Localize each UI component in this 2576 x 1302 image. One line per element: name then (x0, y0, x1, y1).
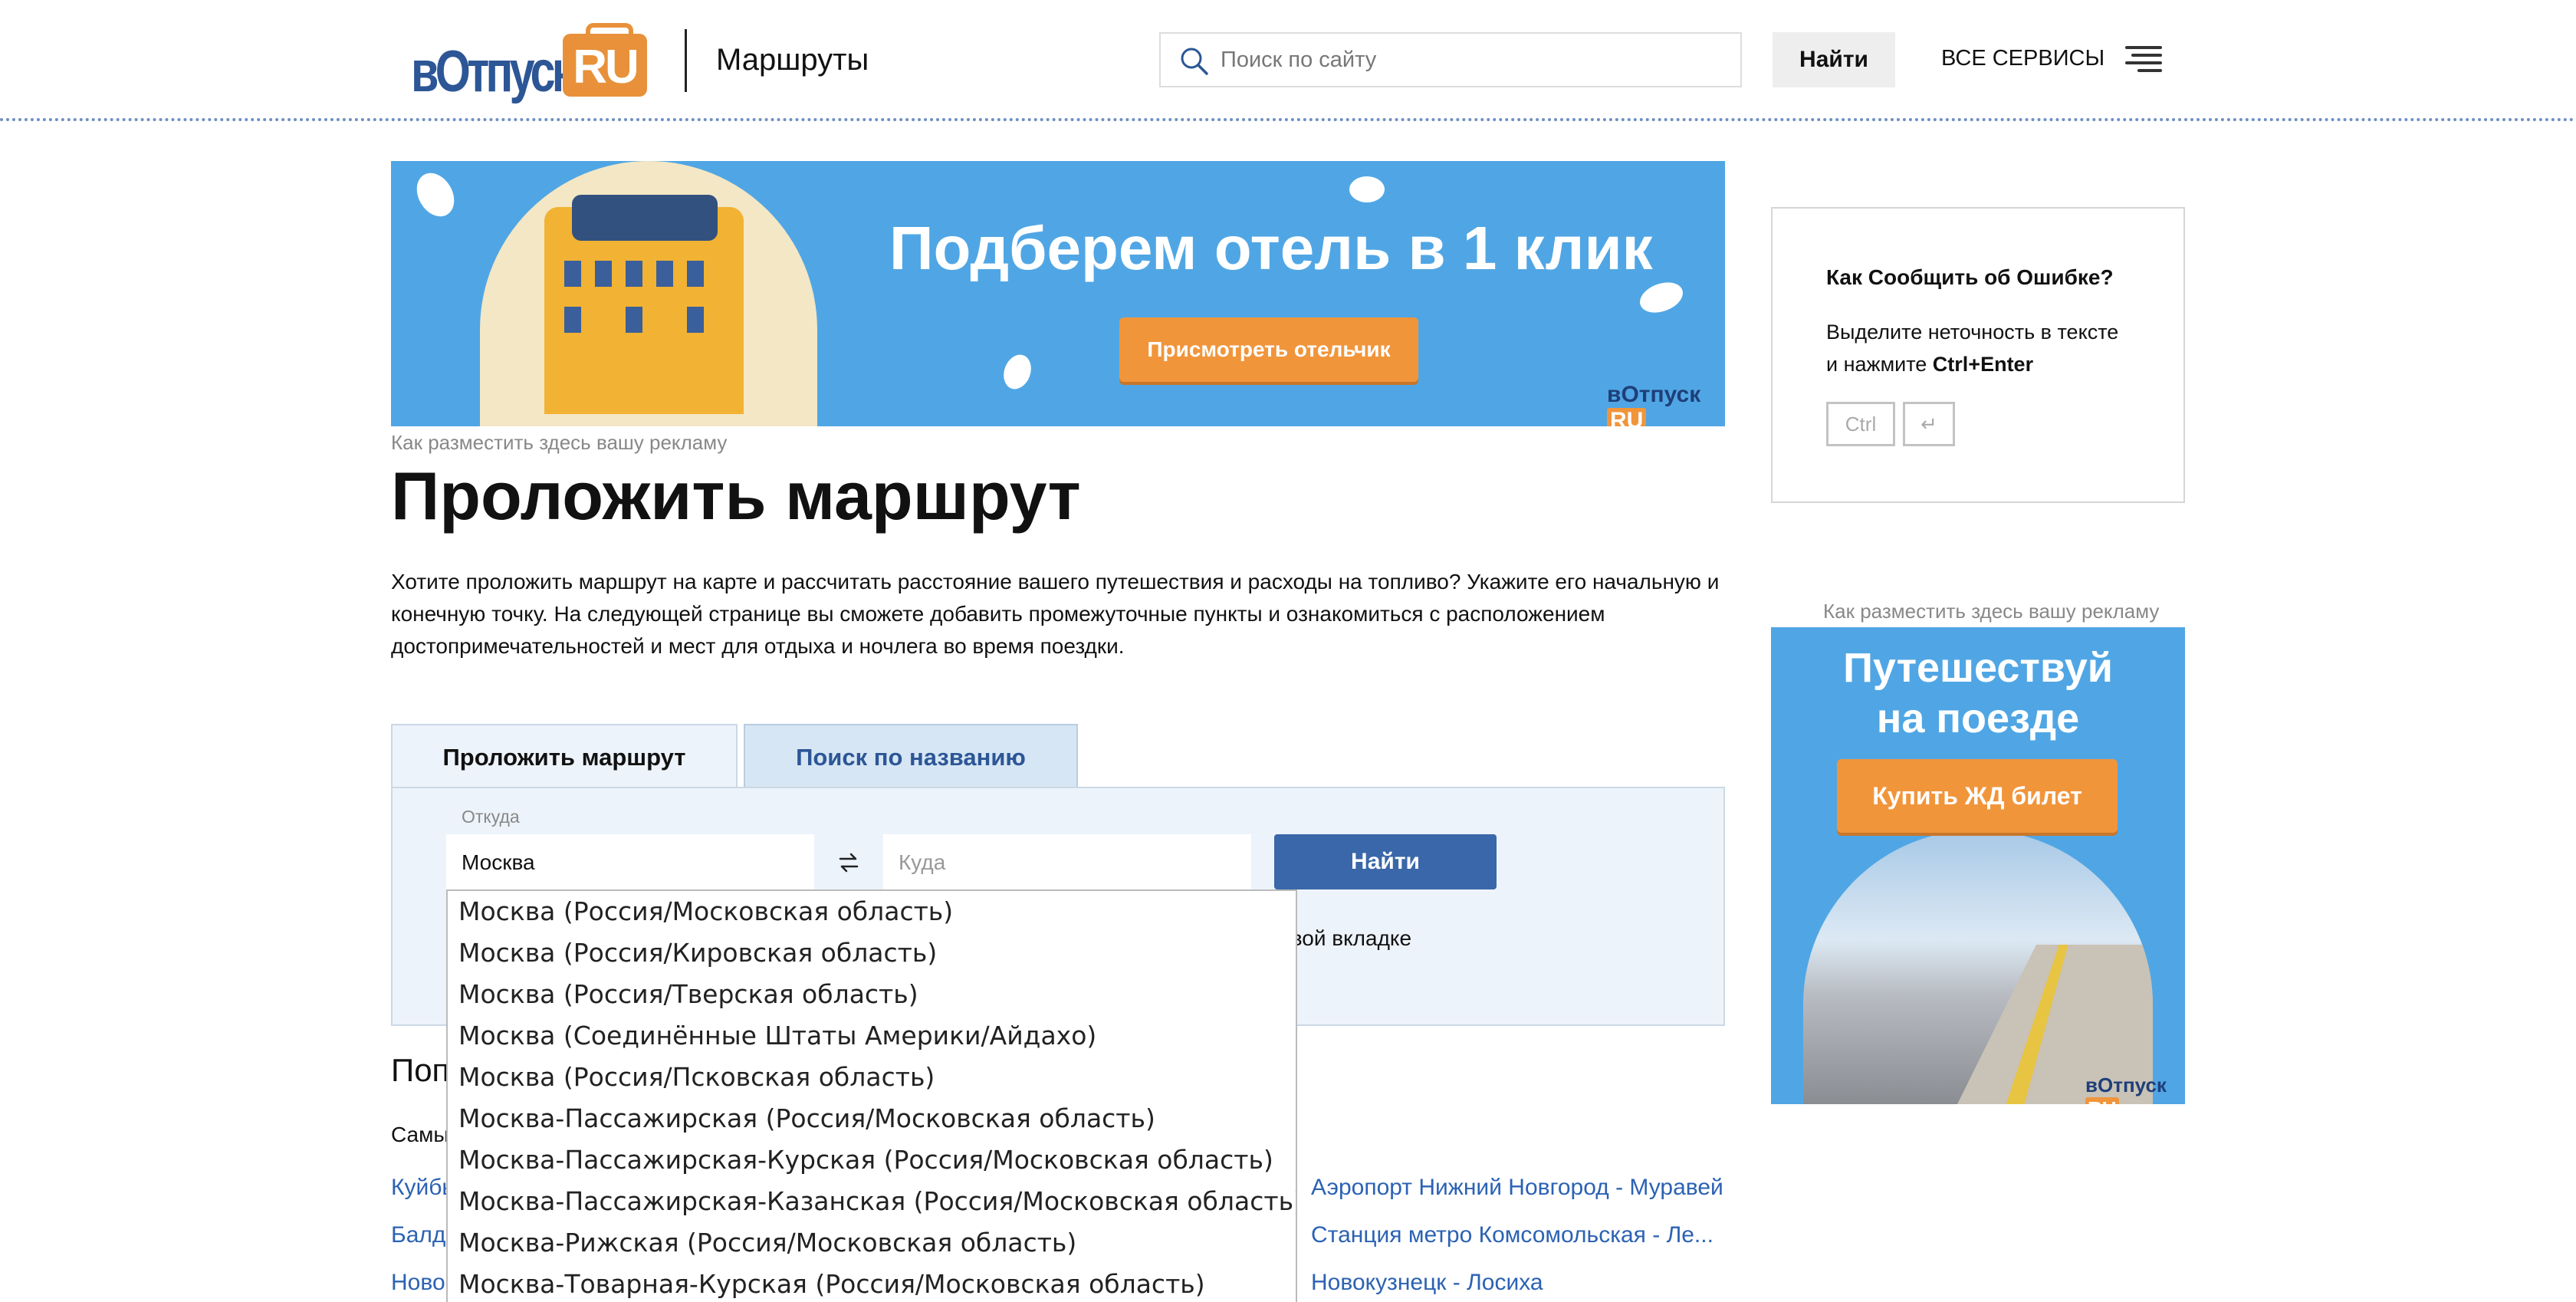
swap-icon[interactable] (836, 850, 862, 876)
search-icon (1181, 48, 1208, 75)
banner-logo: вОтпуск RU (1607, 382, 1725, 426)
cloud-icon (1349, 176, 1385, 202)
error-report-text: Выделите неточность в тексте и нажмите C… (1826, 316, 2164, 380)
page-intro: Хотите проложить маршрут на карте и расс… (391, 570, 1720, 658)
banner-logo-badge: RU (1607, 408, 1647, 426)
from-input[interactable] (446, 834, 814, 891)
autocomplete-option[interactable]: Москва-Пассажирская (Россия/Московская о… (448, 1098, 1296, 1139)
popular-routes-heading: Поп (391, 1052, 450, 1088)
logo-text: вОтпуск (411, 39, 574, 104)
train-ad-title-line1: Путешествуй (1843, 645, 2113, 691)
train-ad-logo-badge: RU (2085, 1097, 2119, 1104)
hotel-ad-banner[interactable]: Подберем отель в 1 клик Присмотреть отел… (391, 161, 1725, 426)
train-ad-title: Путешествуй на поезде (1771, 643, 2185, 744)
ad-placement-link[interactable]: Как разместить здесь вашу рекламу (391, 431, 727, 455)
tab-build-route[interactable]: Проложить маршрут (391, 724, 738, 788)
enter-key-icon: ↵ (1903, 402, 1955, 446)
autocomplete-option[interactable]: Москва (Россия/Московская область) (448, 891, 1296, 932)
site-header: вОтпуск RU Маршруты Найти ВСЕ СЕРВИСЫ (0, 0, 2576, 121)
autocomplete-option[interactable]: Москва-Пассажирская-Курская (Россия/Моск… (448, 1139, 1296, 1181)
error-text-line1: Выделите неточность в тексте (1826, 321, 2119, 344)
route-link[interactable]: Станция метро Комсомольская - Ле... (1311, 1222, 1714, 1248)
autocomplete-option[interactable]: Москва (Россия/Тверская область) (448, 974, 1296, 1015)
train-ad-logo-text: вОтпуск (2085, 1073, 2167, 1097)
ad-placement-link[interactable]: Как разместить здесь вашу рекламу (1823, 600, 2159, 623)
logo-bag-icon: RU (563, 23, 647, 97)
route-link[interactable]: Ново (391, 1270, 445, 1296)
error-keys: Ctrl+Enter (1932, 353, 2034, 376)
autocomplete-option[interactable]: Москва-Рижская (Россия/Московская област… (448, 1222, 1296, 1264)
page-title: Проложить маршрут (391, 458, 1081, 534)
find-route-button[interactable]: Найти (1274, 834, 1497, 889)
autocomplete-dropdown: Москва (Россия/Московская область) Москв… (446, 889, 1297, 1302)
from-label: Откуда (462, 807, 520, 827)
buy-train-ticket-button[interactable]: Купить ЖД билет (1837, 759, 2118, 833)
section-title[interactable]: Маршруты (716, 43, 869, 77)
logo-badge: RU (573, 41, 639, 94)
error-text-line2: и нажмите (1826, 353, 1933, 376)
to-input[interactable] (883, 834, 1251, 891)
all-services-link[interactable]: ВСЕ СЕРВИСЫ (1941, 46, 2104, 71)
header-divider (685, 29, 687, 92)
hotel-window (564, 307, 581, 333)
autocomplete-option[interactable]: Москва (Соединённые Штаты Америки/Айдахо… (448, 1015, 1296, 1057)
route-link[interactable]: Новокузнецк - Лосиха (1311, 1270, 1543, 1296)
hotel-window (564, 261, 581, 287)
banner-logo-text: вОтпуск (1607, 382, 1701, 407)
train-ad-title-line2: на поезде (1876, 695, 2080, 741)
autocomplete-option[interactable]: Москва-Пассажирская-Казанская (Россия/Мо… (448, 1181, 1296, 1222)
hotel-window (595, 261, 612, 287)
autocomplete-option[interactable]: Москва (Россия/Псковская область) (448, 1057, 1296, 1098)
error-report-title: Как Сообщить об Ошибке? (1826, 265, 2114, 289)
hotel-roof (572, 195, 718, 241)
train-ad-logo: вОтпуск RU (2085, 1073, 2185, 1104)
error-report-box: Как Сообщить об Ошибке? Выделите неточно… (1771, 207, 2185, 503)
hotel-window (687, 261, 704, 287)
hotel-window (626, 261, 642, 287)
train-station-illustration (1803, 830, 2153, 1104)
route-link[interactable]: Аэропорт Нижний Новгород - Муравей (1311, 1175, 1723, 1201)
train-ad-banner[interactable]: Путешествуй на поезде Купить ЖД билет вО… (1771, 627, 2185, 1104)
popular-routes-subtitle: Самы (391, 1123, 449, 1146)
banner-cta-button[interactable]: Присмотреть отельчик (1119, 317, 1418, 382)
menu-icon[interactable] (2125, 44, 2162, 75)
search-input[interactable] (1221, 34, 1727, 86)
ctrl-key-icon: Ctrl (1826, 402, 1895, 446)
site-search (1159, 32, 1742, 87)
hotel-window (656, 261, 673, 287)
route-link[interactable]: Балд (391, 1222, 445, 1248)
tab-search-by-name[interactable]: Поиск по названию (744, 724, 1078, 788)
banner-title: Подберем отель в 1 клик (889, 214, 1653, 282)
cloud-icon (999, 350, 1036, 393)
hotel-window (626, 307, 642, 333)
autocomplete-option[interactable]: Москва-Товарная-Курская (Россия/Московск… (448, 1264, 1296, 1302)
search-button[interactable]: Найти (1773, 32, 1895, 87)
site-logo[interactable]: вОтпуск RU (411, 23, 649, 104)
autocomplete-option[interactable]: Москва (Россия/Кировская область) (448, 932, 1296, 974)
cloud-icon (409, 166, 462, 223)
hotel-window (687, 307, 704, 333)
